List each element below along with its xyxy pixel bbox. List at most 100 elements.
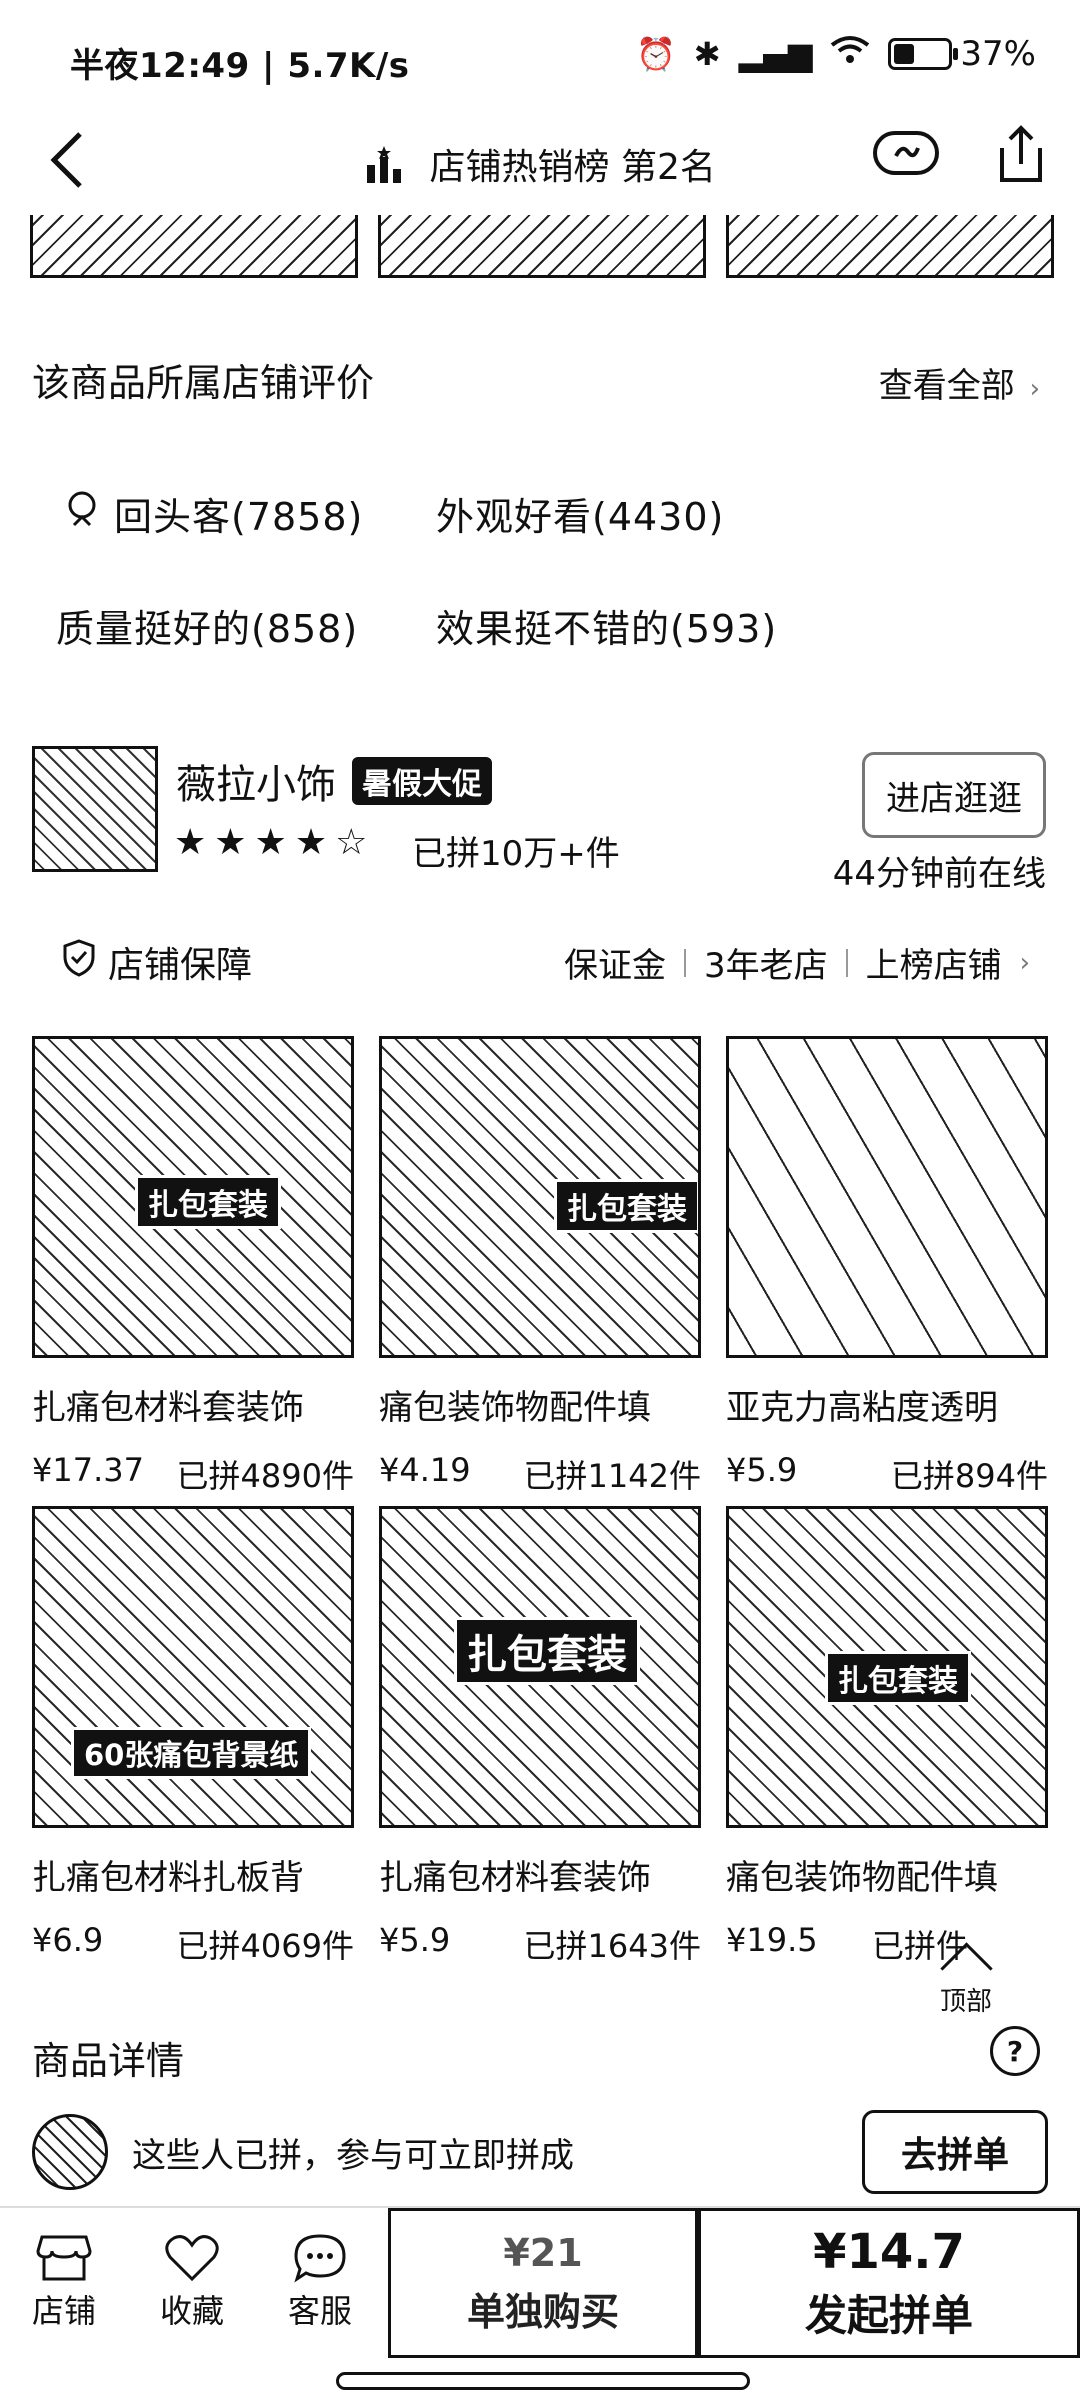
share-icon[interactable] [996,124,1046,188]
buy-single-button[interactable]: ¥21 单独购买 [388,2208,698,2358]
start-group-buy-button[interactable]: ¥14.7 发起拼单 [698,2208,1080,2358]
product-sold: 已拼1643件 [523,1927,701,1965]
shop-guarantee[interactable]: 店铺保障 [62,936,252,988]
shop-rating-stars: ★★★★☆ [174,822,376,863]
product-card[interactable]: 亚克力高粘度透明 ¥5.9 已拼894件 [726,1036,1048,1497]
bottom-action-bar: 店铺 收藏 客服 ¥21 单独购买 ¥14.7 发起拼单 [0,2206,1080,2358]
product-sold: 已拼894件 [890,1457,1048,1495]
product-image: 60张痛包背景纸 [32,1506,354,1828]
alarm-icon: ⏰ [635,35,676,73]
product-image: 扎包套装 [32,1036,354,1358]
product-price: ¥17.37 [32,1451,144,1489]
group-label: 发起拼单 [804,2290,973,2340]
previous-images-strip [30,215,1054,278]
product-card[interactable]: 扎包套装 痛包装饰物配件填 ¥4.19 已拼1142件 [379,1036,701,1497]
guarantee-tag: 保证金 [563,946,666,986]
review-tag-label: 回头客(7858) [114,495,364,539]
product-name: 亚克力高粘度透明 [726,1388,998,1428]
product-card[interactable]: 60张痛包背景纸 扎痛包材料扎板背 ¥6.9 已拼4069件 [32,1506,354,1967]
battery-indicator: 37% [888,34,1036,74]
group-join-row: 这些人已拼，参与可立即拼成 去拼单 [32,2110,1048,2194]
review-tag[interactable]: 效果挺不错的(593) [436,598,777,653]
nav-bar: 店铺热销榜 第2名 [0,110,1080,210]
battery-icon [888,38,959,70]
product-card[interactable]: 扎包套装 扎痛包材料套装饰 ¥17.37 已拼4890件 [32,1036,354,1497]
product-name: 扎痛包材料扎板背 [32,1858,304,1898]
reviews-title: 该商品所属店铺评价 [32,361,375,405]
shop-name: 薇拉小饰 [176,762,336,808]
tab-label: 店铺 [31,2292,96,2330]
promo-badge: 暑假大促 [352,757,492,805]
chevron-right-icon: › [1029,374,1040,404]
wifi-icon [830,35,870,73]
status-bar: 半夜12:49 | 5.7K/s ⏰ ✱ ▂▄▆ 37% [0,0,1080,110]
avatar [32,2114,108,2190]
product-image: 扎包套装 [379,1036,701,1358]
guarantee-tags[interactable]: 保证金 3年老店 上榜店铺 › [564,938,1030,987]
ranking-icon [364,145,404,194]
group-join-text: 这些人已拼，参与可立即拼成 [132,2135,574,2176]
tab-label: 客服 [287,2292,352,2330]
group-price: ¥14.7 [813,2223,965,2280]
see-all-reviews-link[interactable]: 查看全部 › [879,358,1040,407]
product-image [726,1036,1048,1358]
mini-program-icon[interactable] [872,130,940,180]
product-sold: 已拼1142件 [523,1457,701,1495]
product-name: 痛包装饰物配件填 [379,1388,651,1428]
shop-online-status: 44分钟前在线 [832,854,1046,894]
tab-shop[interactable]: 店铺 [14,2230,114,2332]
product-card[interactable]: 扎包套装 扎痛包材料套装饰 ¥5.9 已拼1643件 [379,1506,701,1967]
store-icon [14,2230,114,2286]
tab-customer-service[interactable]: 客服 [270,2230,370,2332]
returning-customer-icon [64,489,100,538]
status-icons: ⏰ ✱ ▂▄▆ 37% [636,34,1036,74]
join-group-button[interactable]: 去拼单 [862,2110,1048,2194]
product-image-label: 扎包套装 [825,1651,971,1705]
heart-icon [142,2230,242,2286]
help-icon[interactable]: ? [990,2026,1040,2076]
product-name: 扎痛包材料套装饰 [379,1858,651,1898]
guarantee-tag: 3年老店 [703,946,828,986]
see-all-label: 查看全部 [878,366,1015,406]
guarantee-tag: 上榜店铺 [865,946,1002,986]
product-image-label: 60张痛包背景纸 [71,1727,312,1779]
tab-favorite[interactable]: 收藏 [142,2230,242,2332]
guarantee-label: 店铺保障 [108,945,253,986]
strip-image[interactable] [378,215,706,278]
tab-label: 收藏 [159,2292,224,2330]
product-price: ¥19.5 [726,1921,818,1959]
product-card[interactable]: 扎包套装 痛包装饰物配件填 ¥19.5 已拼件 [726,1506,1048,1967]
product-price: ¥5.9 [726,1451,798,1489]
product-image-label: 扎包套装 [554,1179,698,1233]
divider [845,948,848,977]
product-price: ¥4.19 [379,1451,471,1489]
strip-image[interactable] [30,215,358,278]
chat-icon [270,2230,370,2286]
back-to-top-button[interactable]: 顶部 [939,1942,993,2018]
enter-shop-button[interactable]: 进店逛逛 [862,752,1046,838]
bluetooth-icon: ✱ [693,35,721,73]
product-image-label: 扎包套装 [454,1617,640,1685]
page-title-text: 店铺热销榜 第2名 [429,147,716,188]
product-price: ¥5.9 [379,1921,451,1959]
shop-name-row[interactable]: 薇拉小饰 暑假大促 [176,752,492,810]
single-label: 单独购买 [466,2289,619,2334]
product-image-label: 扎包套装 [135,1175,281,1229]
shop-logo[interactable] [32,746,158,872]
product-name: 扎痛包材料套装饰 [32,1388,304,1428]
status-time: 半夜12:49 | 5.7K/s [70,46,410,86]
product-sold: 已拼4069件 [176,1927,354,1965]
product-image: 扎包套装 [726,1506,1048,1828]
product-sold: 已拼4890件 [176,1457,354,1495]
review-tag[interactable]: 外观好看(4430) [436,486,724,541]
single-price: ¥21 [503,2230,583,2275]
divider [683,948,686,977]
strip-image[interactable] [726,215,1054,278]
signal-icon: ▂▄▆ [738,35,813,73]
product-image: 扎包套装 [379,1506,701,1828]
home-indicator[interactable] [336,2372,750,2390]
review-tag[interactable]: 回头客(7858) [64,486,363,541]
shop-sold-count: 已拼10万+件 [412,834,620,874]
review-tag[interactable]: 质量挺好的(858) [56,598,358,653]
chevron-right-icon: › [1019,947,1030,978]
